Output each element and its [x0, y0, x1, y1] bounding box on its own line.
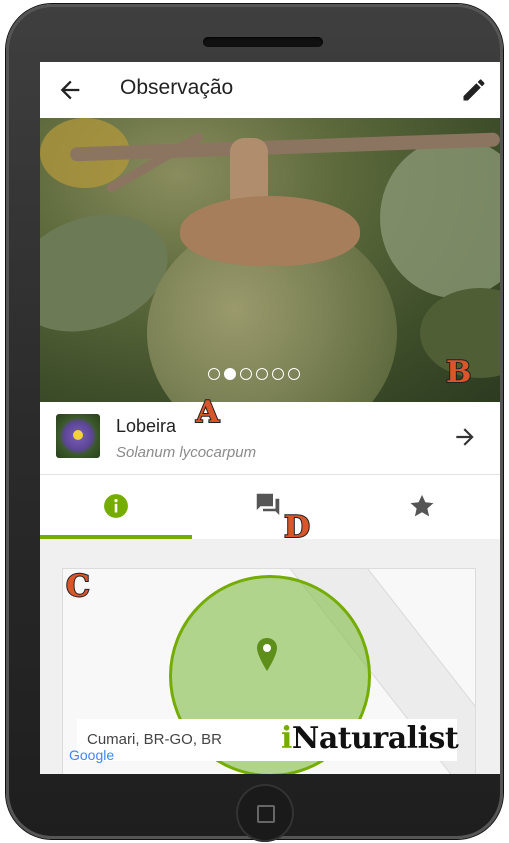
taxon-common-name: Lobeira	[116, 416, 177, 436]
annotation-badge-d: D	[283, 510, 311, 545]
tab-info[interactable]	[40, 475, 193, 539]
comments-icon	[256, 493, 280, 515]
annotation-badge-a: A	[195, 395, 220, 430]
photo-pager-dots[interactable]	[208, 368, 300, 384]
taxon-scientific-name: Solanum lycocarpum	[116, 444, 257, 461]
tab-favorites[interactable]	[346, 475, 499, 539]
page-title: Observação	[120, 76, 234, 99]
edit-pencil-icon[interactable]	[460, 76, 488, 104]
photo-pager-dot[interactable]	[208, 368, 220, 380]
arrow-right-icon[interactable]	[452, 424, 478, 450]
observation-photo[interactable]	[40, 118, 500, 402]
info-icon	[104, 494, 128, 518]
photo-pager-dot[interactable]	[240, 368, 252, 380]
annotation-badge-c: C	[65, 569, 91, 604]
back-arrow-icon[interactable]	[56, 76, 84, 104]
tab-comments[interactable]	[193, 475, 346, 539]
location-text: Cumari, BR-GO, BR	[87, 731, 223, 748]
location-bar: Cumari, BR-GO, BR iNaturalist	[77, 719, 459, 761]
photo-pager-dot[interactable]	[288, 368, 300, 380]
phone-speaker	[203, 37, 323, 47]
photo-pager-dot[interactable]	[272, 368, 284, 380]
home-button[interactable]	[236, 784, 294, 842]
phone-frame: Observação Lobeira Solanum lycocarpum Cu…	[6, 4, 503, 842]
home-icon	[257, 805, 275, 823]
taxon-row[interactable]: Lobeira Solanum lycocarpum	[40, 402, 500, 474]
star-icon	[410, 494, 434, 517]
inaturalist-logo: iNaturalist	[281, 721, 459, 756]
taxon-thumbnail	[56, 414, 100, 458]
tab-bar	[40, 475, 500, 539]
google-attribution: Google	[69, 747, 115, 763]
annotation-badge-b: B	[445, 355, 472, 390]
app-screen: Observação Lobeira Solanum lycocarpum Cu…	[40, 62, 500, 774]
tab-active-indicator	[40, 535, 192, 539]
photo-pager-dot[interactable]	[256, 368, 268, 380]
app-bar: Observação	[40, 62, 500, 118]
map-pin-icon	[257, 638, 277, 671]
photo-pager-dot[interactable]	[224, 368, 236, 380]
location-map[interactable]: Cumari, BR-GO, BR iNaturalist Google	[62, 568, 476, 774]
